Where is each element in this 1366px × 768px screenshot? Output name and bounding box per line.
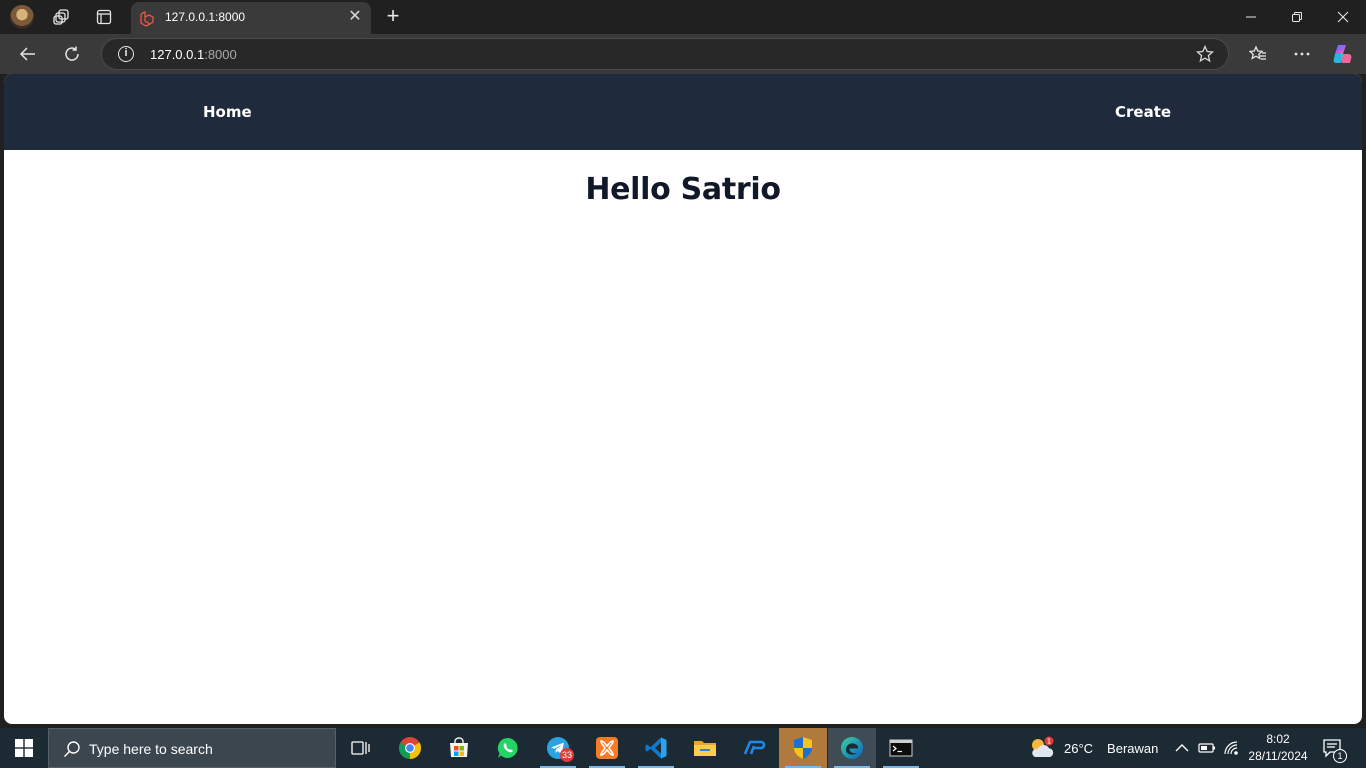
site-navbar: Home Create (4, 74, 1362, 150)
windows-taskbar: Type here to search 33 1 26°C Berawan 8:… (0, 728, 1366, 768)
weather-condition: Berawan (1107, 740, 1159, 756)
address-bar[interactable]: i 127.0.0.1:8000 (101, 38, 1229, 70)
browser-tab-active[interactable]: 127.0.0.1:8000 ✕ (131, 2, 371, 34)
telegram-taskbar-app[interactable]: 33 (534, 728, 582, 768)
tab-actions-icon[interactable] (94, 7, 114, 27)
more-menu-icon[interactable] (1290, 42, 1314, 66)
favorites-icon[interactable] (1246, 42, 1270, 66)
tab-title: 127.0.0.1:8000 (165, 10, 246, 24)
chevron-up-icon[interactable] (1173, 739, 1191, 757)
xampp-taskbar-app[interactable] (583, 728, 631, 768)
back-button[interactable] (16, 42, 40, 66)
search-placeholder: Type here to search (89, 741, 213, 757)
nav-home-link[interactable]: Home (203, 103, 252, 121)
clock-time: 8:02 (1266, 732, 1290, 746)
system-clock[interactable]: 8:02 28/11/2024 (1240, 731, 1316, 765)
task-view-button[interactable] (336, 728, 384, 768)
weather-widget[interactable]: 1 26°C Berawan (1028, 728, 1158, 768)
weather-temperature: 26°C (1064, 740, 1094, 756)
task-view-icon (351, 741, 370, 755)
cloudy-weather-icon: 1 (1032, 736, 1054, 757)
telegram-unread-badge: 33 (560, 748, 575, 762)
clock-date: 28/11/2024 (1248, 749, 1308, 763)
edge-icon (841, 737, 863, 759)
minimize-button[interactable] (1228, 0, 1274, 34)
svg-text:1: 1 (1047, 738, 1051, 746)
close-window-button[interactable] (1320, 0, 1366, 34)
edge-taskbar-app[interactable] (828, 728, 876, 768)
favorite-star-icon[interactable] (1196, 45, 1214, 63)
browser-toolbar: i 127.0.0.1:8000 (0, 34, 1366, 74)
app-logo-icon (743, 740, 766, 755)
restore-button[interactable] (1274, 0, 1320, 34)
terminal-icon (889, 739, 913, 757)
battery-icon[interactable] (1198, 739, 1216, 757)
file-explorer-taskbar-app[interactable] (681, 728, 729, 768)
profile-avatar[interactable] (10, 5, 34, 29)
copilot-icon[interactable] (1331, 42, 1355, 66)
laravel-icon (140, 11, 154, 27)
security-taskbar-app[interactable] (779, 728, 827, 768)
url-text: 127.0.0.1:8000 (150, 47, 237, 62)
windows-logo-icon (15, 739, 33, 757)
nav-create-link[interactable]: Create (1115, 103, 1171, 121)
refresh-button[interactable] (60, 42, 84, 66)
whatsapp-taskbar-app[interactable] (484, 728, 532, 768)
folder-icon (694, 741, 716, 756)
search-icon (64, 741, 80, 757)
whatsapp-icon (497, 737, 518, 758)
chrome-taskbar-app[interactable] (386, 728, 434, 768)
chrome-icon (399, 737, 421, 759)
microsoft-store-taskbar-app[interactable] (435, 728, 483, 768)
site-info-icon[interactable]: i (118, 46, 134, 62)
taskbar-search-input[interactable]: Type here to search (48, 728, 336, 768)
store-icon (450, 737, 468, 757)
vscode-icon (645, 737, 667, 759)
xampp-icon (596, 737, 618, 759)
uac-shield-icon (794, 737, 812, 759)
page-viewport: Home Create Hello Satrio (4, 74, 1362, 724)
terminal-taskbar-app[interactable] (877, 728, 925, 768)
pycharm-taskbar-app[interactable] (730, 728, 778, 768)
new-tab-button[interactable]: + (382, 5, 404, 28)
close-tab-icon[interactable]: ✕ (347, 9, 363, 25)
workspaces-icon[interactable] (52, 7, 72, 27)
wifi-icon[interactable] (1222, 739, 1240, 757)
browser-tab-strip: 127.0.0.1:8000 ✕ + (0, 0, 1366, 34)
start-button[interactable] (0, 728, 48, 768)
page-heading: Hello Satrio (585, 172, 781, 207)
notification-count-badge: 1 (1333, 749, 1347, 763)
vscode-taskbar-app[interactable] (632, 728, 680, 768)
